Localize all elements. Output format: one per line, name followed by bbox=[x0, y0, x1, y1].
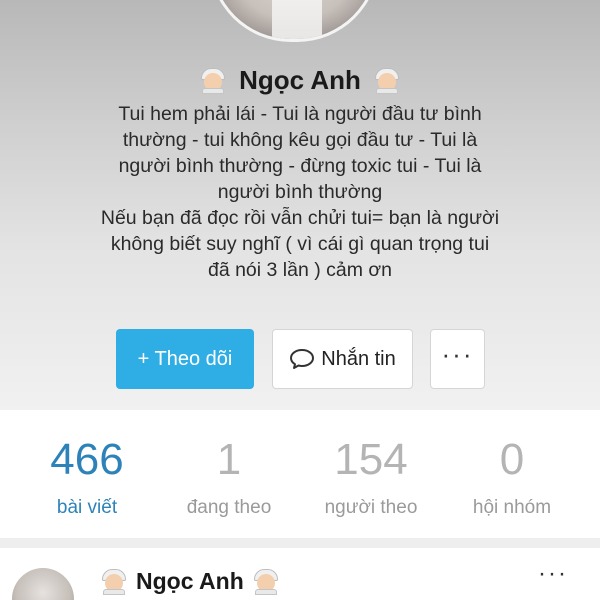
profile-name: Ngọc Anh bbox=[239, 64, 361, 95]
bio-line: Nếu bạn đã đọc rồi vẫn chửi tui= bạn là … bbox=[100, 207, 500, 229]
follow-button-label: + Theo dõi bbox=[137, 347, 233, 370]
more-icon: ··· bbox=[441, 338, 474, 369]
stat-followers-value: 154 bbox=[334, 435, 408, 484]
bride-emoji-icon bbox=[373, 66, 401, 94]
stat-following-value: 1 bbox=[216, 435, 242, 484]
message-button-label: Nhắn tin bbox=[321, 347, 396, 370]
chat-bubble-icon bbox=[290, 349, 315, 369]
more-options-button[interactable]: ··· bbox=[430, 329, 485, 389]
stat-groups-value: 0 bbox=[499, 435, 525, 484]
stat-posts-value: 466 bbox=[50, 435, 124, 484]
stat-posts-label: bài viết bbox=[56, 497, 118, 518]
profile-stats: 466 bài viết 1 đang theo 154 người theo … bbox=[0, 410, 600, 538]
profile-header: Ngọc Anh Tui hem phải lái - Tui là người… bbox=[0, 0, 600, 410]
stat-groups[interactable]: 0 hội nhóm bbox=[437, 435, 587, 519]
stat-following-label: đang theo bbox=[186, 497, 272, 518]
follow-button[interactable]: + Theo dõi bbox=[116, 329, 254, 389]
post-author-name[interactable]: Ngọc Anh bbox=[136, 568, 244, 595]
bio-line: đã nói 3 lần ) cảm ơn bbox=[207, 259, 393, 281]
stat-posts[interactable]: 466 bài viết bbox=[12, 435, 162, 519]
bio-line: người bình thường bbox=[217, 181, 383, 203]
stat-groups-label: hội nhóm bbox=[472, 497, 552, 518]
post-author-avatar[interactable] bbox=[12, 568, 74, 600]
more-icon: ··· bbox=[538, 560, 568, 587]
stat-following[interactable]: 1 đang theo bbox=[154, 435, 304, 519]
post-author-row: Ngọc Anh bbox=[100, 566, 280, 596]
bride-emoji-icon bbox=[199, 66, 227, 94]
bio-line: thường - tui không kêu gọi đầu tư - Tui … bbox=[122, 129, 478, 151]
stat-followers[interactable]: 154 người theo bbox=[296, 435, 446, 519]
bio-line: không biết suy nghĩ ( vì cái gì quan trọ… bbox=[110, 233, 490, 255]
bride-emoji-icon bbox=[252, 567, 280, 595]
profile-avatar[interactable] bbox=[209, 0, 379, 42]
stat-followers-label: người theo bbox=[324, 497, 418, 518]
message-button[interactable]: Nhắn tin bbox=[272, 329, 413, 389]
avatar-figure bbox=[272, 0, 322, 39]
profile-name-row: Ngọc Anh bbox=[0, 62, 600, 98]
profile-bio: Tui hem phải lái - Tui là người đầu tư b… bbox=[60, 101, 540, 283]
bio-line: Tui hem phải lái - Tui là người đầu tư b… bbox=[118, 103, 482, 125]
bio-line: người bình thường - đừng toxic tui - Tui… bbox=[118, 155, 482, 177]
bride-emoji-icon bbox=[100, 567, 128, 595]
post-card: Ngọc Anh ··· bbox=[0, 548, 600, 600]
post-more-button[interactable]: ··· bbox=[538, 560, 568, 588]
